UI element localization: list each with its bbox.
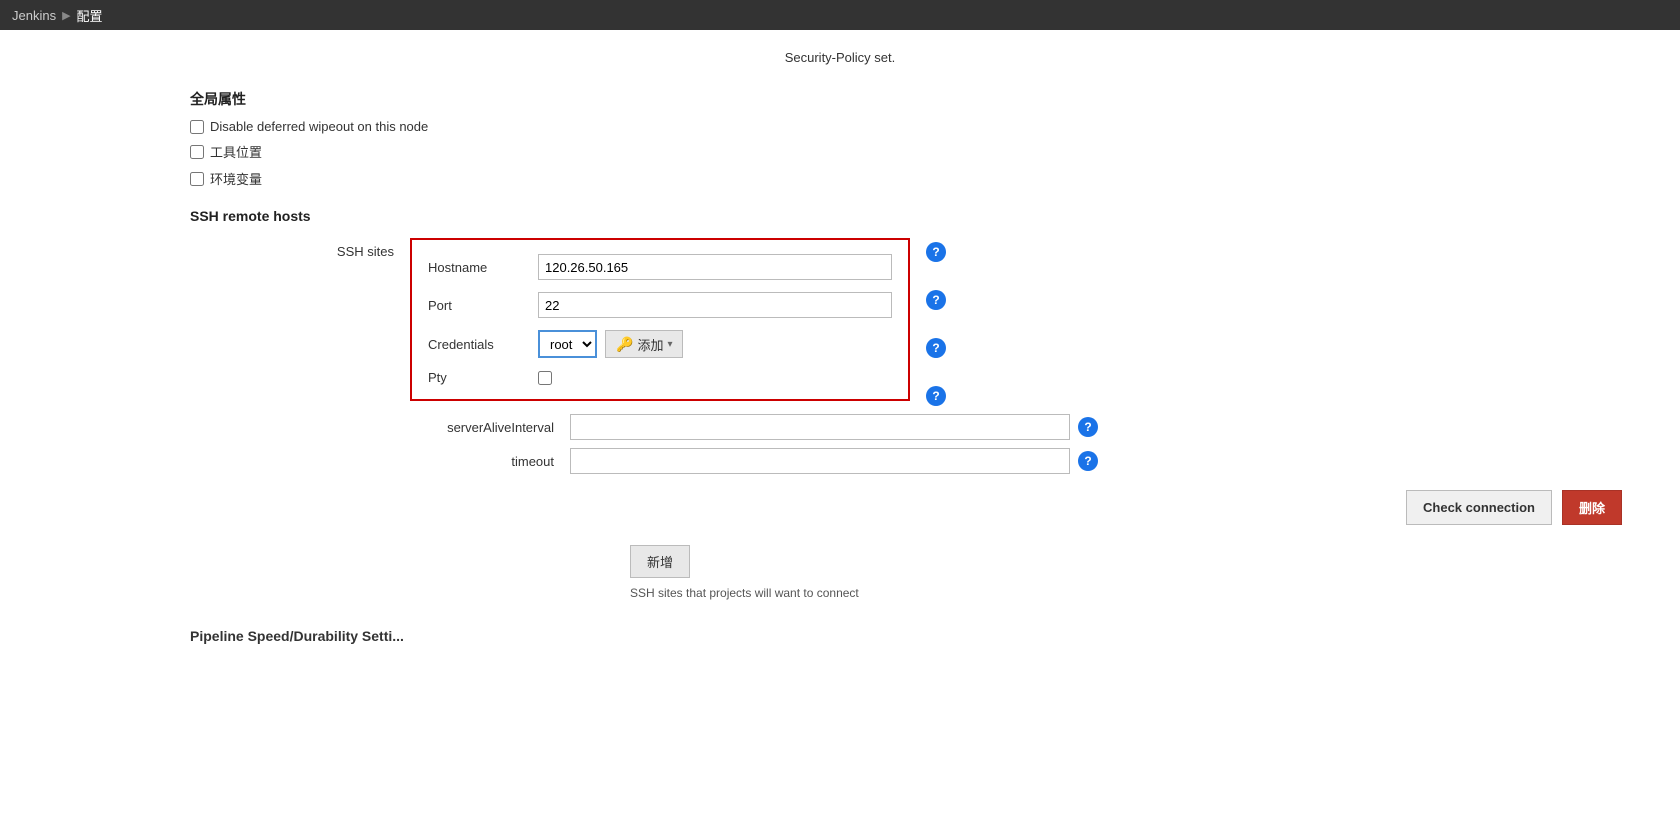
chevron-down-icon: ▾ [667,339,672,350]
delete-button[interactable]: 删除 [1562,490,1622,525]
ssh-section-header: SSH remote hosts [190,208,1650,224]
hostname-help-icon[interactable]: ? [926,242,946,262]
timeout-help-icon[interactable]: ? [1078,451,1098,471]
add-credentials-button[interactable]: 🔑 添加 ▾ [605,330,683,358]
port-label: Port [428,298,538,313]
action-buttons-row: Check connection 删除 [630,490,1650,525]
global-properties-header: 全局属性 [190,89,1650,109]
tools-row: 工具位置 [190,142,1650,161]
timeout-label: timeout [410,454,570,469]
wipeout-label: Disable deferred wipeout on this node [210,119,428,134]
server-alive-label: serverAliveInterval [410,420,570,435]
server-alive-help-icon[interactable]: ? [1078,417,1098,437]
tools-checkbox[interactable] [190,145,204,159]
ssh-sites-label: SSH sites [190,238,410,259]
pty-checkbox[interactable] [538,371,552,385]
wipeout-row: Disable deferred wipeout on this node [190,119,1650,134]
add-new-row: 新增 [630,545,1650,578]
key-icon: 🔑 [616,336,633,353]
env-row: 环境变量 [190,169,1650,188]
credentials-row: Credentials root 🔑 添加 ▾ [428,330,892,358]
ssh-sites-row: SSH sites Hostname Port Credentials [190,238,1650,406]
hostname-input[interactable] [538,254,892,280]
wipeout-checkbox[interactable] [190,120,204,134]
security-policy-text: Security-Policy set. [30,50,1650,65]
add-new-button[interactable]: 新增 [630,545,690,578]
breadcrumb-home[interactable]: Jenkins [12,8,56,23]
pty-row: Pty [428,370,892,385]
ssh-section: SSH remote hosts SSH sites Hostname Port [190,208,1650,600]
credentials-help-icon[interactable]: ? [926,338,946,358]
tools-label: 工具位置 [210,142,262,161]
ssh-hint-text: SSH sites that projects will want to con… [630,586,1650,600]
pty-control [538,371,552,385]
timeout-input[interactable] [570,448,1070,474]
ssh-site-box: Hostname Port Credentials root [410,238,910,401]
credentials-label: Credentials [428,337,538,352]
breadcrumb-current: 配置 [77,6,103,25]
pipeline-section-header: Pipeline Speed/Durability Setti... [190,628,1650,644]
port-row: Port [428,292,892,318]
port-help-icon[interactable]: ? [926,290,946,310]
credentials-select[interactable]: root [538,330,597,358]
add-credentials-label: 添加 [637,335,663,354]
main-content: Security-Policy set. 全局属性 Disable deferr… [0,30,1680,829]
breadcrumb: Jenkins ▶ 配置 [12,6,103,25]
pty-label: Pty [428,370,538,385]
hostname-row: Hostname [428,254,892,280]
topbar: Jenkins ▶ 配置 [0,0,1680,30]
check-connection-button[interactable]: Check connection [1406,490,1552,525]
server-alive-input[interactable] [570,414,1070,440]
env-label: 环境变量 [210,169,262,188]
server-alive-row: serverAliveInterval ? [410,414,1650,440]
env-checkbox[interactable] [190,172,204,186]
hostname-label: Hostname [428,260,538,275]
port-input[interactable] [538,292,892,318]
credentials-control: root 🔑 添加 ▾ [538,330,683,358]
timeout-row: timeout ? [410,448,1650,474]
help-icons-column: ? ? ? ? [918,238,946,406]
pty-help-icon[interactable]: ? [926,386,946,406]
breadcrumb-separator: ▶ [62,9,70,22]
global-properties-section: 全局属性 Disable deferred wipeout on this no… [190,89,1650,188]
